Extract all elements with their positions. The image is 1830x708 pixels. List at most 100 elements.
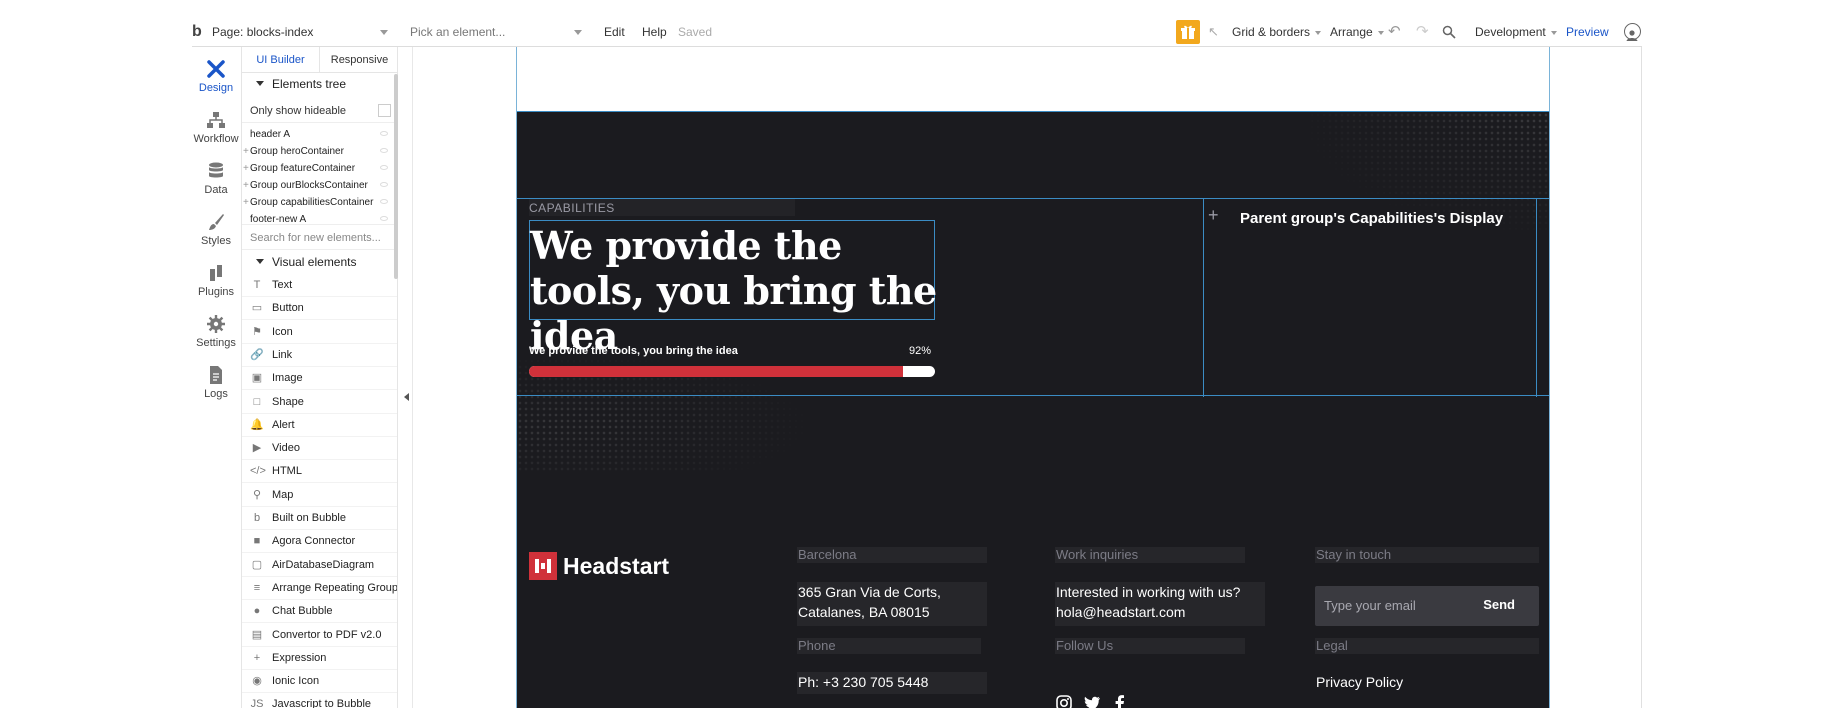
element-item[interactable]: ■ Agora Connector [242, 530, 397, 554]
headline-box[interactable]: We provide the tools, you bring the idea [529, 220, 937, 358]
brand-name[interactable]: Headstart [563, 552, 669, 580]
progress-bar[interactable] [529, 366, 935, 377]
help-menu[interactable]: Help [642, 18, 667, 46]
element-item[interactable]: 🔔 Alert [242, 414, 397, 437]
element-item[interactable]: </> HTML [242, 460, 397, 484]
headstart-logo-icon[interactable] [529, 552, 557, 580]
element-type-icon: + [253, 651, 261, 664]
search-icon[interactable] [1442, 18, 1456, 46]
element-picker[interactable]: Pick an element... [410, 18, 586, 46]
element-item[interactable]: + Expression [242, 647, 397, 670]
eye-icon[interactable] [380, 131, 388, 136]
element-item[interactable]: ▣ Image [242, 367, 397, 391]
twitter-icon[interactable] [1083, 694, 1101, 708]
only-hideable-checkbox[interactable] [378, 104, 391, 117]
tab-ui-builder[interactable]: UI Builder [242, 47, 320, 73]
capabilities-label[interactable]: CAPABILITIES [529, 201, 615, 215]
eye-icon[interactable] [380, 199, 388, 204]
tab-settings[interactable]: Settings [192, 308, 240, 358]
phone-title[interactable]: Phone [797, 638, 981, 654]
element-item[interactable]: ▭ Button [242, 297, 397, 321]
gift-icon[interactable] [1176, 20, 1200, 44]
element-item[interactable]: JS Javascript to Bubble [242, 693, 397, 708]
address-text[interactable]: 365 Gran Via de Corts, Catalanes, BA 080… [797, 582, 987, 626]
expand-plus-icon[interactable]: + [243, 177, 249, 194]
bubble-logo[interactable]: b [192, 18, 206, 46]
settings-icon [207, 315, 225, 333]
redo-icon[interactable]: ↷ [1416, 18, 1429, 46]
eye-icon[interactable] [380, 165, 388, 170]
grid-borders-menu[interactable]: Grid & borders [1232, 18, 1322, 46]
tab-responsive[interactable]: Responsive [320, 47, 397, 73]
elements-panel: UI Builder Responsive Elements tree Only… [241, 47, 398, 708]
tab-workflow[interactable]: Workflow [192, 104, 240, 154]
expand-plus-icon[interactable]: + [243, 143, 249, 160]
arrange-menu[interactable]: Arrange [1330, 18, 1384, 46]
capabilities-section[interactable]: CAPABILITIES We provide the tools, you b… [517, 111, 1549, 708]
edit-menu[interactable]: Edit [604, 18, 625, 46]
email-input[interactable]: Type your email Send [1315, 586, 1539, 626]
element-item[interactable]: 🔗 Link [242, 344, 397, 367]
eye-icon[interactable] [380, 182, 388, 187]
element-item-label: Convertor to PDF v2.0 [272, 628, 382, 641]
tree-item[interactable]: header A [242, 126, 392, 143]
tree-item-label: header A [250, 129, 291, 140]
elements-tree-header[interactable]: Elements tree [242, 73, 397, 95]
element-item[interactable]: ⚲ Map [242, 484, 397, 507]
send-button[interactable]: Send [1483, 597, 1515, 612]
legal-title[interactable]: Legal [1315, 638, 1539, 654]
tab-styles[interactable]: Styles [192, 206, 240, 256]
progress-label[interactable]: We provide the tools, you bring the idea [529, 345, 738, 357]
parent-group-display[interactable]: + Parent group's Capabilities's Display [1203, 199, 1537, 397]
facebook-icon[interactable] [1111, 694, 1129, 708]
environment-menu[interactable]: Development [1475, 18, 1557, 46]
instagram-icon[interactable] [1055, 694, 1073, 708]
capabilities-container[interactable]: CAPABILITIES We provide the tools, you b… [517, 198, 1549, 397]
visual-elements-header[interactable]: Visual elements [242, 251, 397, 273]
stay-in-touch-title[interactable]: Stay in touch [1315, 547, 1539, 563]
element-item[interactable]: ▶ Video [242, 437, 397, 461]
element-item[interactable]: □ Shape [242, 391, 397, 414]
undo-icon[interactable]: ↶ [1388, 18, 1401, 46]
element-item[interactable]: ≡ Arrange Repeating Group [242, 577, 397, 600]
cursor-arrow-icon[interactable]: ↖ [1208, 18, 1219, 46]
tree-item[interactable]: + Group heroContainer [242, 143, 392, 160]
element-search-input[interactable]: Search for new elements... [242, 224, 397, 250]
work-inquiries-title[interactable]: Work inquiries [1055, 547, 1245, 563]
privacy-policy-link[interactable]: Privacy Policy [1315, 672, 1539, 694]
collapse-triangle-icon [256, 81, 264, 86]
progress-percent[interactable]: 92% [909, 345, 931, 357]
tree-item[interactable]: + Group capabilitiesContainer [242, 194, 392, 211]
work-inquiries-email: hola@headstart.com [1056, 604, 1186, 620]
page-select[interactable]: Page: blocks-index [212, 18, 392, 46]
tree-item[interactable]: + Group featureContainer [242, 160, 392, 177]
follow-us-title[interactable]: Follow Us [1055, 638, 1245, 654]
element-type-icon: ▤ [251, 628, 263, 641]
barcelona-title[interactable]: Barcelona [797, 547, 987, 563]
tree-item[interactable]: + Group ourBlocksContainer [242, 177, 392, 194]
panel-scrollbar[interactable] [394, 74, 398, 279]
tab-plugins[interactable]: Plugins [192, 257, 240, 307]
element-item[interactable]: b Built on Bubble [242, 507, 397, 530]
element-item[interactable]: ⚑ Icon [242, 321, 397, 344]
design-icon [207, 60, 225, 78]
work-inquiries-text[interactable]: Interested in working with us? hola@head… [1055, 582, 1265, 626]
tab-design[interactable]: Design [192, 53, 240, 103]
element-item[interactable]: T Text [242, 274, 397, 297]
preview-button[interactable]: Preview [1566, 18, 1609, 46]
user-account-icon[interactable] [1624, 23, 1641, 41]
expand-plus-icon[interactable]: + [243, 194, 249, 211]
tab-data[interactable]: Data [192, 155, 240, 205]
collapse-panel-icon[interactable] [404, 393, 409, 401]
element-item[interactable]: ● Chat Bubble [242, 600, 397, 624]
element-item[interactable]: ▢ AirDatabaseDiagram [242, 554, 397, 577]
phone-text[interactable]: Ph: +3 230 705 5448 [797, 672, 987, 694]
element-item[interactable]: ◉ Ionic Icon [242, 670, 397, 694]
tab-logs[interactable]: Logs [192, 359, 240, 409]
expand-plus-icon[interactable]: + [243, 160, 249, 177]
element-type-icon: ⚑ [252, 325, 262, 338]
eye-icon[interactable] [380, 148, 388, 153]
element-item-label: Javascript to Bubble [272, 698, 372, 708]
element-item[interactable]: ▤ Convertor to PDF v2.0 [242, 624, 397, 647]
eye-icon[interactable] [380, 216, 388, 221]
